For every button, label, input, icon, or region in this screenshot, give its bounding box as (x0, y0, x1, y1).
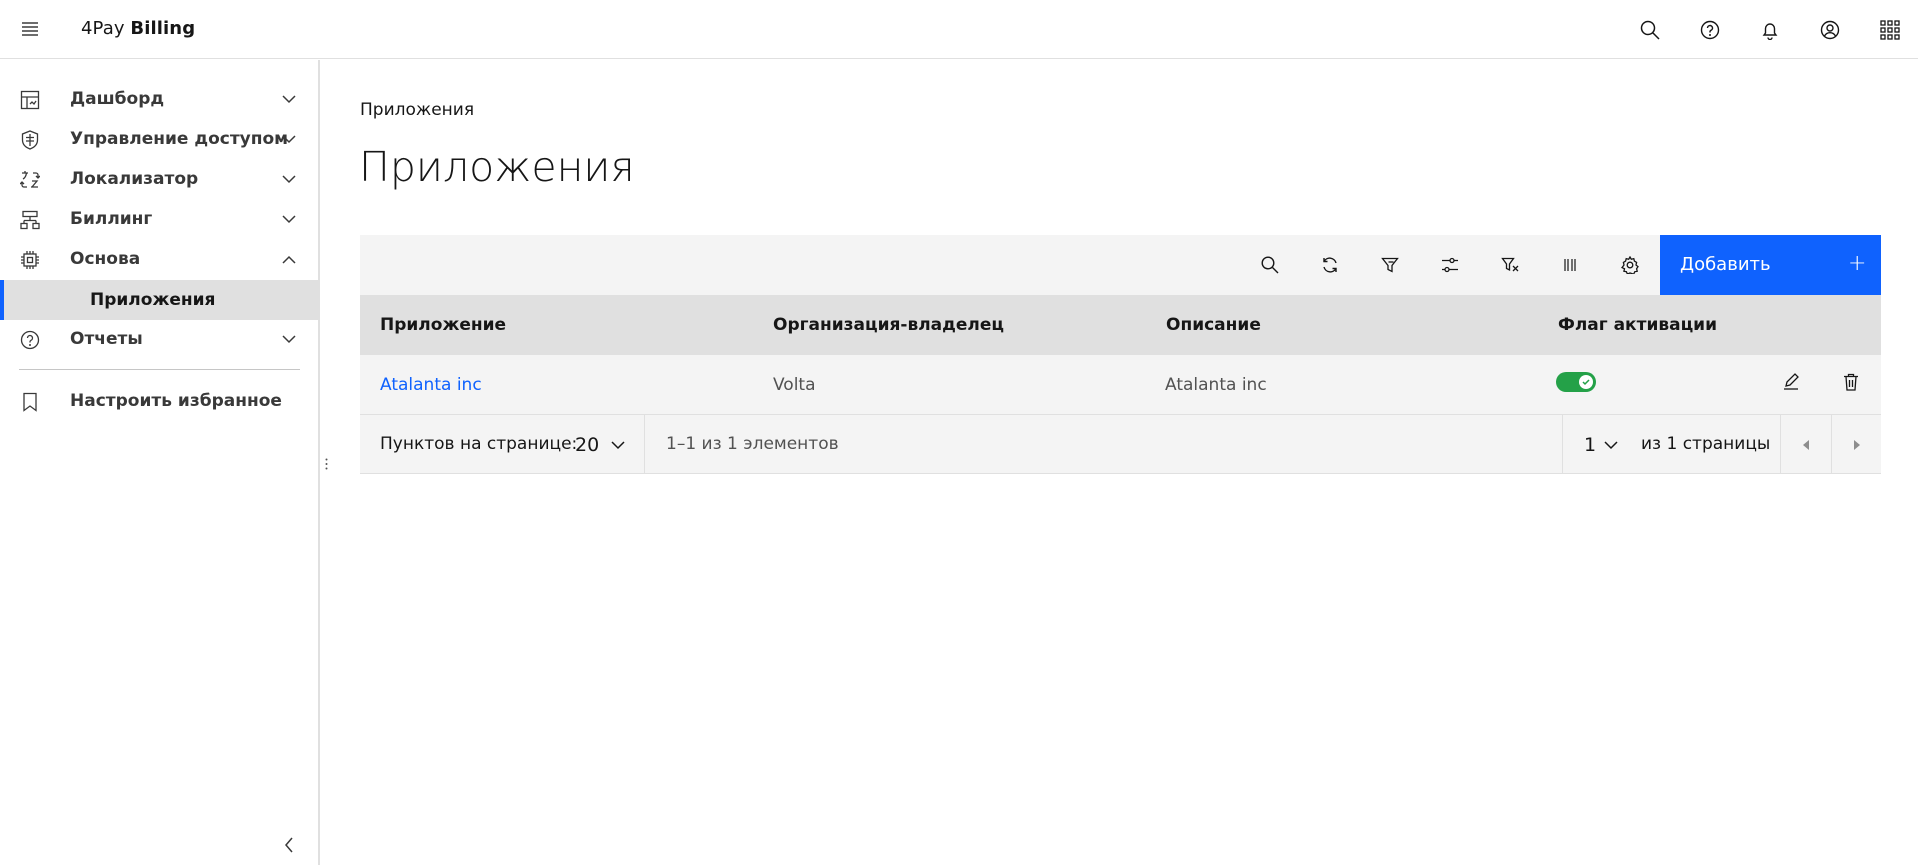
collapse-sidebar-icon[interactable] (279, 835, 299, 855)
add-button-label: Добавить (1680, 254, 1771, 275)
page-value: 1 (1584, 434, 1597, 456)
sidebar-item-access[interactable]: Управление доступом (0, 119, 318, 159)
brand-prefix: 4Pay (81, 18, 131, 39)
table-row: Atalanta inc Volta Atalanta inc (360, 355, 1881, 415)
search-icon[interactable] (1240, 235, 1300, 295)
edit-icon[interactable] (1778, 369, 1804, 395)
chevron-down-icon (611, 440, 625, 450)
side-nav: Дашборд Управление доступом Локализатор … (0, 60, 320, 865)
previous-page-button[interactable] (1781, 415, 1831, 474)
column-header-description[interactable]: Описание (1166, 315, 1261, 335)
chevron-down-icon (280, 210, 298, 228)
sidebar-resize-handle[interactable] (323, 456, 329, 472)
page-select[interactable]: 1 (1582, 425, 1632, 465)
table-toolbar: Добавить + (360, 235, 1881, 295)
sidebar-item-billing[interactable]: Биллинг (0, 199, 318, 239)
pagination-divider (1562, 415, 1563, 474)
page-total: из 1 страницы (1641, 434, 1771, 454)
help-icon (19, 329, 41, 351)
help-icon[interactable] (1697, 17, 1723, 43)
activation-toggle[interactable] (1556, 372, 1596, 392)
sidebar-item-favorites[interactable]: Настроить избранное (0, 381, 318, 421)
sidebar-item-label: Локализатор (70, 169, 199, 189)
page-title: Приложения (359, 143, 635, 191)
top-header: 4Pay Billing (0, 0, 1918, 59)
items-per-page-value: 20 (575, 434, 600, 456)
filter-icon[interactable] (1360, 235, 1420, 295)
sidebar-item-reports[interactable]: Отчеты (0, 319, 318, 359)
column-header-owner[interactable]: Организация-владелец (773, 315, 1004, 335)
pagination: Пунктов на странице: 20 1–1 из 1 элемент… (360, 415, 1881, 474)
chevron-down-icon (280, 130, 298, 148)
chevron-down-icon (280, 90, 298, 108)
menu-icon[interactable] (18, 17, 42, 41)
sidebar-item-dashboard[interactable]: Дашборд (0, 79, 318, 119)
gear-icon[interactable] (1600, 235, 1660, 295)
sidebar-divider (19, 369, 300, 370)
description-cell: Atalanta inc (1165, 375, 1267, 395)
add-icon: + (1848, 251, 1867, 276)
translate-icon (19, 169, 41, 191)
active-indicator (0, 280, 4, 320)
trash-icon[interactable] (1838, 369, 1864, 395)
sidebar-item-label: Отчеты (70, 329, 143, 349)
chip-icon (19, 249, 41, 271)
brand-name: Billing (130, 18, 196, 39)
sidebar-item-label: Биллинг (70, 209, 153, 229)
breadcrumb[interactable]: Приложения (360, 100, 474, 120)
items-per-page-select[interactable]: 20 (573, 425, 633, 465)
bookmark-icon (19, 391, 41, 413)
chevron-down-icon (1604, 440, 1618, 450)
chevron-down-icon (280, 170, 298, 188)
security-icon (19, 129, 41, 151)
dashboard-icon (19, 89, 41, 111)
sidebar-item-label: Дашборд (70, 89, 165, 109)
sidebar-subitem-label: Приложения (90, 290, 216, 310)
app-switcher-icon[interactable] (1877, 17, 1903, 43)
application-link[interactable]: Atalanta inc (380, 375, 482, 395)
pagination-divider (644, 415, 645, 474)
checkmark-icon (1579, 375, 1593, 389)
next-page-button[interactable] (1832, 415, 1882, 474)
chevron-down-icon (280, 330, 298, 348)
refresh-icon[interactable] (1300, 235, 1360, 295)
column-header-activation[interactable]: Флаг активации (1558, 315, 1717, 335)
column-header-application[interactable]: Приложение (380, 315, 506, 335)
user-icon[interactable] (1817, 17, 1843, 43)
columns-icon[interactable] (1540, 235, 1600, 295)
search-icon[interactable] (1637, 17, 1663, 43)
filter-remove-icon[interactable] (1480, 235, 1540, 295)
app-brand[interactable]: 4Pay Billing (81, 18, 195, 39)
notification-icon[interactable] (1757, 17, 1783, 43)
sidebar-item-label: Основа (70, 249, 141, 269)
hierarchy-icon (19, 209, 41, 231)
add-button[interactable]: Добавить + (1660, 235, 1881, 295)
sidebar-item-core[interactable]: Основа (0, 239, 318, 279)
sidebar-item-localizer[interactable]: Локализатор (0, 159, 318, 199)
table-header: Приложение Организация-владелец Описание… (360, 295, 1881, 355)
sidebar-subitem-applications[interactable]: Приложения (0, 280, 318, 320)
chevron-up-icon (280, 250, 298, 268)
item-range: 1–1 из 1 элементов (666, 434, 839, 454)
owner-cell: Volta (773, 375, 816, 395)
sidebar-item-label: Управление доступом (70, 129, 289, 149)
sidebar-item-label: Настроить избранное (70, 391, 282, 411)
items-per-page-label: Пунктов на странице: (380, 434, 578, 454)
settings-adjust-icon[interactable] (1420, 235, 1480, 295)
